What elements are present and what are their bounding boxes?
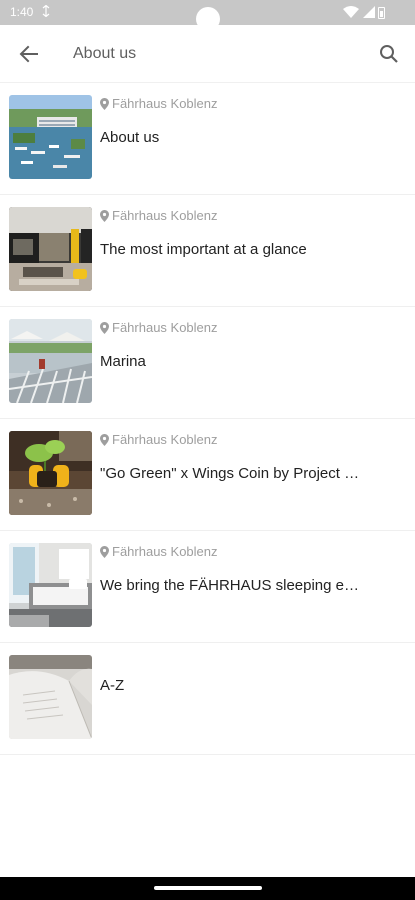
back-button[interactable] bbox=[15, 40, 43, 68]
item-title: A-Z bbox=[100, 677, 125, 694]
location-pin-icon bbox=[100, 433, 109, 446]
status-time: 1:40 bbox=[10, 5, 34, 19]
location-label: Fährhaus Koblenz bbox=[100, 544, 218, 559]
thumbnail-image bbox=[9, 207, 92, 291]
location-text: Fährhaus Koblenz bbox=[112, 96, 218, 111]
item-title: Marina bbox=[100, 353, 146, 370]
home-gesture-handle[interactable] bbox=[154, 886, 262, 890]
location-text: Fährhaus Koblenz bbox=[112, 432, 218, 447]
arrow-back-icon bbox=[19, 45, 38, 63]
item-title: The most important at a glance bbox=[100, 241, 307, 258]
item-title: About us bbox=[100, 129, 160, 146]
thumbnail-image bbox=[9, 655, 92, 739]
screen: 1:40 About us Fährhaus Koblenz About us … bbox=[0, 0, 415, 900]
location-pin-icon bbox=[100, 321, 109, 334]
location-pin-icon bbox=[100, 545, 109, 558]
list-item[interactable]: A-Z bbox=[0, 643, 415, 755]
location-label: Fährhaus Koblenz bbox=[100, 320, 218, 335]
status-icons bbox=[343, 5, 375, 23]
location-label: Fährhaus Koblenz bbox=[100, 208, 218, 223]
list-item[interactable]: Fährhaus Koblenz We bring the FÄHRHAUS s… bbox=[0, 531, 415, 643]
location-label: Fährhaus Koblenz bbox=[100, 96, 218, 111]
page-title: About us bbox=[73, 45, 137, 62]
location-text: Fährhaus Koblenz bbox=[112, 544, 218, 559]
content-list: Fährhaus Koblenz About us Fährhaus Koble… bbox=[0, 83, 415, 755]
location-pin-icon bbox=[100, 209, 109, 222]
sync-icon bbox=[42, 4, 50, 20]
thumbnail-image bbox=[9, 95, 92, 179]
thumbnail-image bbox=[9, 543, 92, 627]
battery-icon bbox=[378, 7, 385, 19]
thumbnail-image bbox=[9, 431, 92, 515]
status-bar: 1:40 bbox=[0, 0, 415, 31]
location-text: Fährhaus Koblenz bbox=[112, 320, 218, 335]
signal-icon bbox=[363, 5, 375, 23]
system-nav-bar bbox=[0, 877, 415, 900]
location-text: Fährhaus Koblenz bbox=[112, 208, 218, 223]
app-bar: About us bbox=[0, 25, 415, 83]
search-icon bbox=[380, 45, 398, 63]
list-item[interactable]: Fährhaus Koblenz About us bbox=[0, 83, 415, 195]
wifi-icon bbox=[343, 5, 359, 23]
list-item[interactable]: Fährhaus Koblenz "Go Green" x Wings Coin… bbox=[0, 419, 415, 531]
item-title: We bring the FÄHRHAUS sleeping e… bbox=[100, 577, 359, 594]
location-label: Fährhaus Koblenz bbox=[100, 432, 218, 447]
list-item[interactable]: Fährhaus Koblenz The most important at a… bbox=[0, 195, 415, 307]
search-button[interactable] bbox=[375, 40, 403, 68]
thumbnail-image bbox=[9, 319, 92, 403]
location-pin-icon bbox=[100, 97, 109, 110]
list-item[interactable]: Fährhaus Koblenz Marina bbox=[0, 307, 415, 419]
item-title: "Go Green" x Wings Coin by Project … bbox=[100, 465, 360, 482]
